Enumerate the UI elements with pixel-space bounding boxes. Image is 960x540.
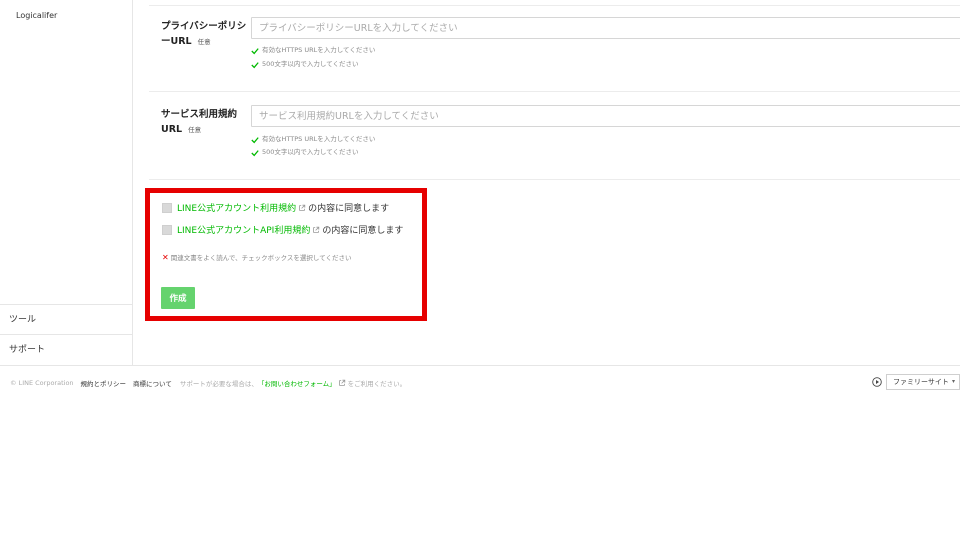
support-suffix: をご利用ください。 xyxy=(347,380,407,388)
hint-text: 500文字以内で入力してください xyxy=(262,148,359,156)
hint-text: 500文字以内で入力してください xyxy=(262,60,359,68)
terms-url-input[interactable] xyxy=(251,105,960,127)
privacy-hint-1: 有効なHTTPS URLを入力してください xyxy=(251,46,375,55)
check-icon xyxy=(251,149,259,156)
check-icon xyxy=(251,47,259,54)
privacy-label-line1: プライバシーポリシ xyxy=(161,21,247,32)
chevron-down-icon: ▾ xyxy=(951,378,955,385)
terms-url-label: サービス利用規約 URL 任意 xyxy=(161,107,237,138)
divider xyxy=(149,5,960,6)
check-icon xyxy=(251,61,259,68)
highlight-box xyxy=(145,188,427,321)
sidebar: Logicalifer ツール サポート xyxy=(0,0,133,365)
play-circle-icon[interactable] xyxy=(872,377,882,387)
privacy-url-input[interactable] xyxy=(251,17,960,39)
footer-link-trademark[interactable]: 商標について xyxy=(133,378,172,388)
hint-text: 有効なHTTPS URLを入力してください xyxy=(262,46,376,54)
support-prefix: サポートが必要な場合は、 xyxy=(179,380,258,388)
family-site-label: ファミリーサイト xyxy=(893,378,949,386)
optional-badge: 任意 xyxy=(197,38,211,46)
contact-form-link[interactable]: 「お問い合わせフォーム」 xyxy=(258,378,336,388)
footer-left: © LINE Corporation 規約とポリシー 商標について サポートが必… xyxy=(10,378,406,388)
terms-label-line1: サービス利用規約 xyxy=(161,109,238,120)
copyright: © LINE Corporation xyxy=(10,379,74,387)
footer-link-policy[interactable]: 規約とポリシー xyxy=(81,378,127,388)
divider xyxy=(149,91,960,92)
check-icon xyxy=(251,136,259,143)
external-link-icon xyxy=(338,379,345,386)
optional-badge: 任意 xyxy=(188,126,202,134)
sidebar-item-support[interactable]: サポート xyxy=(0,334,133,364)
footer-right: ファミリーサイト ▾ xyxy=(872,374,960,390)
footer: © LINE Corporation 規約とポリシー 商標について サポートが必… xyxy=(0,365,960,399)
account-name[interactable]: Logicalifer xyxy=(16,11,57,20)
terms-hint-1: 有効なHTTPS URLを入力してください xyxy=(251,135,375,144)
divider xyxy=(149,179,960,180)
terms-hint-2: 500文字以内で入力してください xyxy=(251,148,359,157)
family-site-select[interactable]: ファミリーサイト ▾ xyxy=(886,374,960,390)
hint-text: 有効なHTTPS URLを入力してください xyxy=(262,135,376,143)
terms-label-line2: URL xyxy=(161,124,183,135)
privacy-label-line2: ーURL xyxy=(161,36,192,47)
privacy-hint-2: 500文字以内で入力してください xyxy=(251,60,359,69)
privacy-url-label: プライバシーポリシ ーURL 任意 xyxy=(161,19,246,50)
sidebar-item-tools[interactable]: ツール xyxy=(0,304,133,334)
